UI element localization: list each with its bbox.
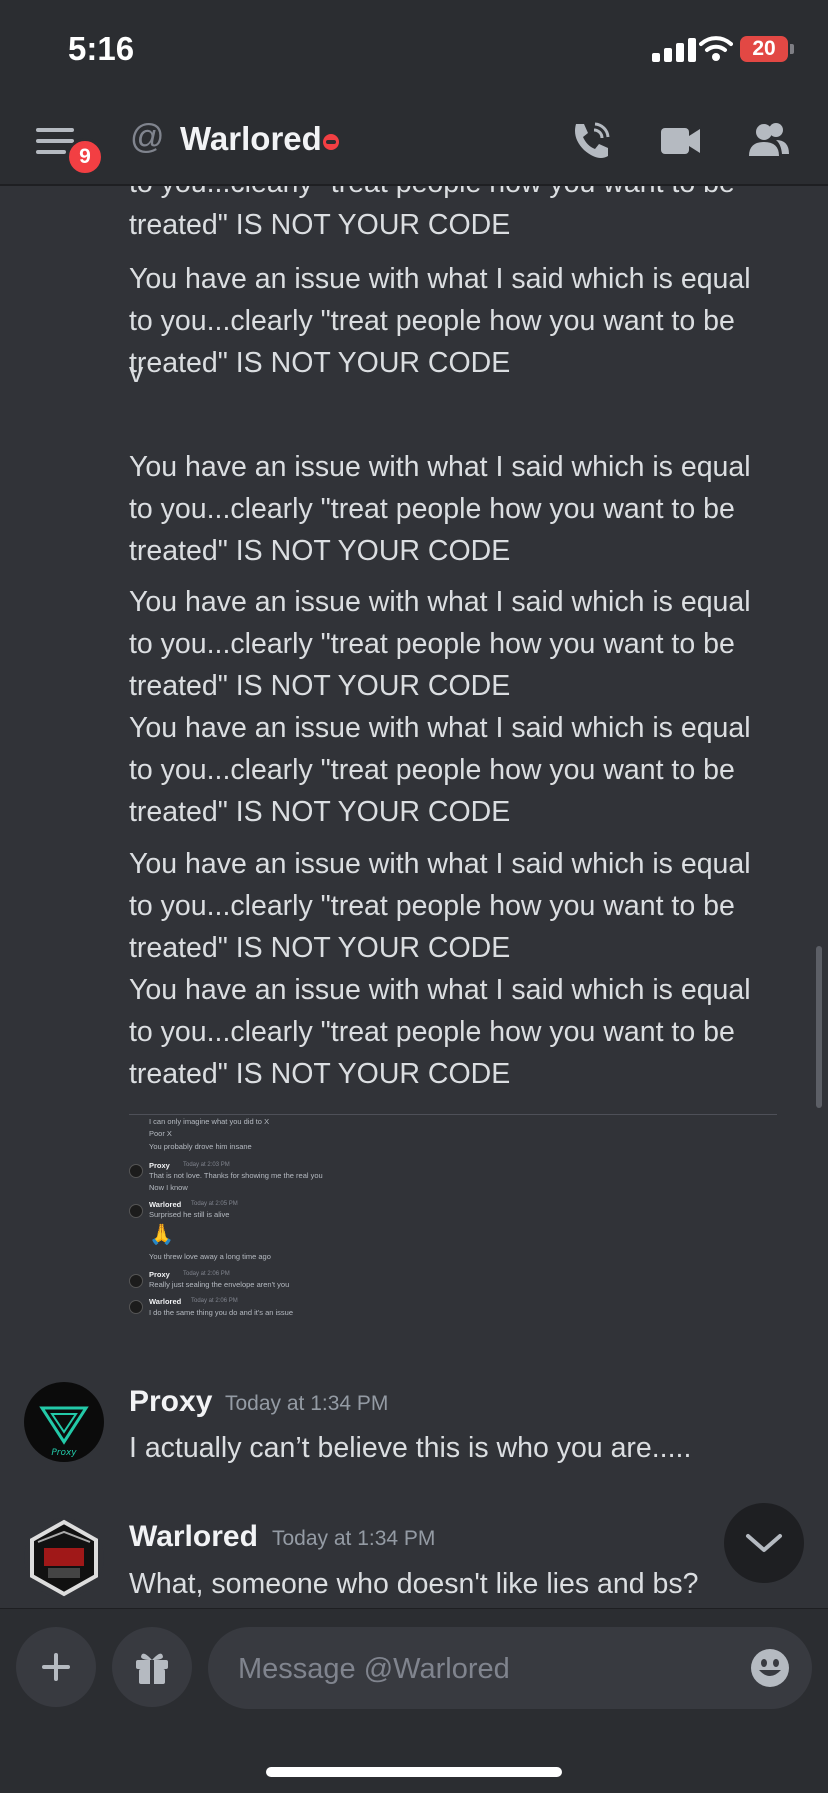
message-author[interactable]: Proxy — [129, 1385, 212, 1419]
message-line: You have an issue with what I said which… — [129, 974, 751, 1006]
mini-author: Proxy — [149, 1161, 170, 1170]
chevron-down-icon — [746, 1534, 782, 1552]
mini-text: I do the same thing you do and it's an i… — [149, 1308, 294, 1317]
message-composer — [0, 1608, 828, 1793]
message-timestamp: Today at 1:34 PM — [272, 1527, 436, 1550]
message-input-box[interactable] — [208, 1627, 812, 1711]
image-attachment[interactable]: I can only imagine what you did to X Poo… — [129, 1114, 777, 1334]
mini-text: You threw love away a long time ago — [149, 1252, 271, 1261]
message-line: You have an issue with what I said which… — [129, 586, 751, 618]
mini-text: Now I know — [149, 1183, 188, 1192]
mini-avatar — [129, 1204, 143, 1218]
message-line: to you...clearly "treat people how you w… — [129, 628, 735, 660]
message-line: treated" IS NOT YOUR CODE — [129, 1058, 511, 1090]
page-title[interactable]: Warlored — [180, 120, 322, 158]
voice-call-icon[interactable] — [568, 118, 614, 164]
message-text: You have an issue with what I said which… — [129, 969, 789, 1095]
battery-tip — [790, 44, 794, 54]
message-text: What, someone who doesn't like lies and … — [129, 1568, 699, 1600]
mini-time: Today at 2:06 PM — [183, 1271, 230, 1277]
gift-button[interactable] — [112, 1627, 192, 1707]
message-text: to you...clearly "treat people how you w… — [129, 186, 789, 246]
mini-avatar — [129, 1164, 143, 1178]
mini-text: I can only imagine what you did to X — [149, 1117, 270, 1126]
mini-time: Today at 2:06 PM — [191, 1298, 238, 1304]
battery-icon: 20 — [740, 36, 788, 62]
mini-author: Warlored — [149, 1200, 182, 1209]
member-list-icon[interactable] — [746, 118, 792, 164]
avatar[interactable] — [24, 1518, 104, 1598]
mini-author: Warlored — [149, 1297, 182, 1306]
status-time: 5:16 — [68, 30, 135, 67]
mini-text: Really just sealing the envelope aren't … — [149, 1280, 290, 1289]
message-text: I actually can’t believe this is who you… — [129, 1432, 692, 1464]
message-line: to you...clearly "treat people how you w… — [129, 890, 735, 922]
avatar[interactable]: Proxy — [24, 1382, 104, 1462]
message-text: You have an issue with what I said which… — [129, 446, 789, 572]
message-line: to you...clearly "treat people how you w… — [129, 493, 735, 525]
message-author[interactable]: Warlored — [129, 1520, 258, 1554]
message-text: v — [129, 352, 789, 394]
notification-badge: 9 — [66, 138, 104, 176]
message-line: to you...clearly "treat people how you w… — [129, 754, 735, 786]
gift-icon — [136, 1653, 168, 1684]
cellular-signal-icon — [652, 38, 700, 62]
mini-time: Today at 2:05 PM — [191, 1201, 238, 1207]
home-indicator — [266, 1767, 562, 1777]
message-line: You have an issue with what I said which… — [129, 848, 751, 880]
scrollbar[interactable] — [816, 946, 822, 1108]
message-line: treated" IS NOT YOUR CODE — [129, 670, 511, 702]
add-attachment-button[interactable] — [16, 1627, 96, 1707]
mini-text: That is not love. Thanks for showing me … — [149, 1171, 323, 1180]
message-line: to you...clearly "treat people how you w… — [129, 186, 789, 204]
message-timestamp: Today at 1:34 PM — [225, 1392, 389, 1415]
message-line: to you...clearly "treat people how you w… — [129, 1016, 735, 1048]
plus-icon — [42, 1653, 70, 1681]
message-list[interactable]: to you...clearly "treat people how you w… — [0, 186, 828, 1606]
message-text: You have an issue with what I said which… — [129, 581, 789, 707]
message-line: treated" IS NOT YOUR CODE — [129, 796, 511, 828]
jump-to-present-button[interactable] — [724, 1503, 804, 1583]
message-line: You have an issue with what I said which… — [129, 263, 751, 295]
mini-time: Today at 2:03 PM — [183, 1162, 230, 1168]
video-call-icon[interactable] — [658, 118, 704, 164]
wifi-icon — [699, 36, 733, 61]
message-line: treated" IS NOT YOUR CODE — [129, 932, 511, 964]
mini-avatar — [129, 1274, 143, 1288]
message-line: treated" IS NOT YOUR CODE — [129, 209, 511, 241]
mini-text: Surprised he still is alive — [149, 1210, 230, 1219]
warlored-avatar-icon — [30, 1519, 98, 1597]
message-line: v — [129, 357, 144, 389]
dm-header: 9 @ Warlored — [0, 100, 828, 186]
emoji-picker-icon[interactable] — [750, 1648, 790, 1688]
avatar-label: Proxy — [51, 1448, 77, 1458]
mini-emoji: 🙏 — [149, 1224, 174, 1246]
mini-text: You probably drove him insane — [149, 1142, 252, 1151]
message-line: treated" IS NOT YOUR CODE — [129, 535, 511, 567]
at-icon: @ — [130, 118, 165, 156]
message-line: to you...clearly "treat people how you w… — [129, 305, 735, 337]
message-text: You have an issue with what I said which… — [129, 843, 789, 969]
dnd-status-icon — [323, 134, 339, 150]
message-input[interactable] — [236, 1627, 720, 1711]
attachment-divider — [129, 1114, 777, 1115]
message-line: You have an issue with what I said which… — [129, 712, 751, 744]
mini-text: Poor X — [149, 1129, 172, 1138]
proxy-avatar-icon: Proxy — [39, 1406, 89, 1458]
mini-avatar — [129, 1300, 143, 1314]
message-text: You have an issue with what I said which… — [129, 707, 789, 833]
status-bar: 5:16 20 — [0, 0, 828, 100]
message-line: You have an issue with what I said which… — [129, 451, 751, 483]
mini-author: Proxy — [149, 1270, 170, 1279]
